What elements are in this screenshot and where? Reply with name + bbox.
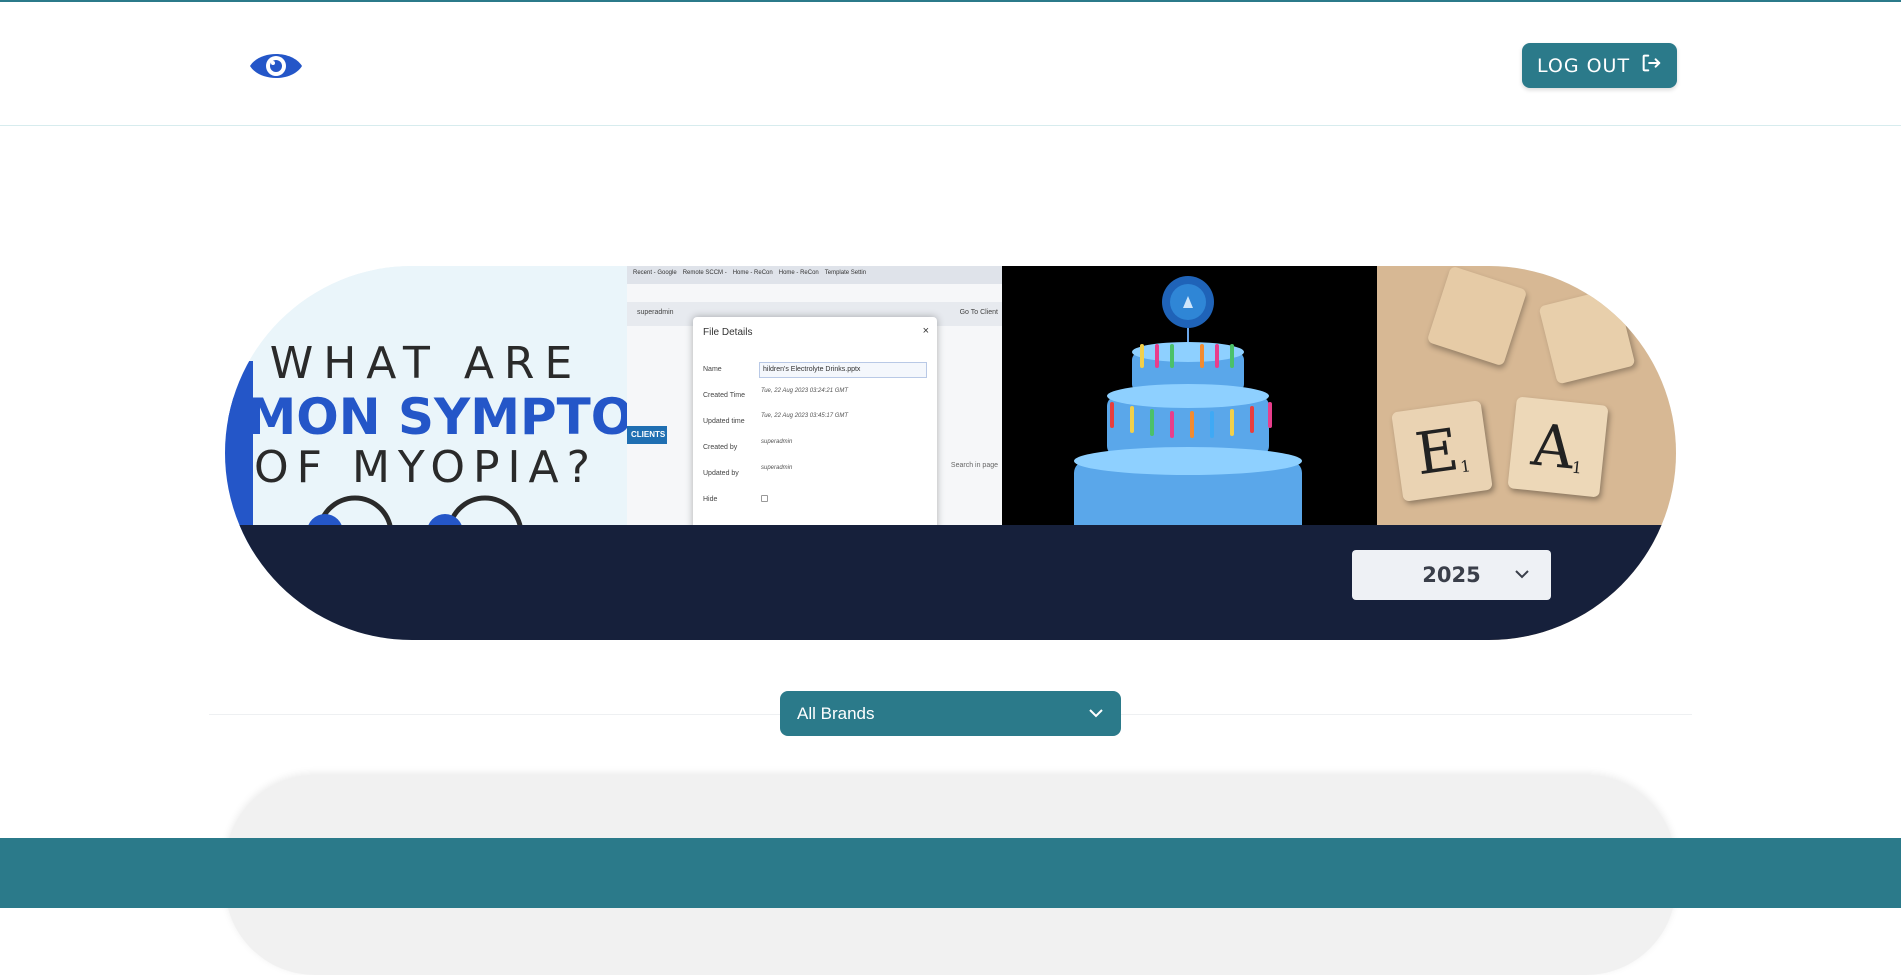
updated-by-value: superadmin [761, 465, 793, 471]
browser-tab: Home - ReCon [732, 270, 773, 276]
letter-tile: A1 [1507, 396, 1609, 498]
name-label: Name [703, 366, 722, 373]
brand-filter-select[interactable]: All Brands [780, 691, 1121, 736]
browser-tab: Home - ReCon [778, 270, 819, 276]
logout-label: LOG OUT [1536, 54, 1631, 77]
eye-icon[interactable] [246, 46, 306, 86]
brand-filter-value: All Brands [797, 703, 875, 723]
updated-time-label: Updated time [703, 418, 745, 425]
clients-tab: CLIENTS [627, 426, 667, 444]
close-icon: × [922, 325, 929, 337]
browser-tab: Remote SCCM - [682, 270, 727, 276]
hide-label: Hide [703, 496, 718, 503]
browser-tab: Template Settin [824, 270, 867, 276]
myopia-heading-line1: WHAT ARE [269, 338, 583, 389]
created-time-label: Created Time [703, 392, 746, 399]
created-by-label: Created by [703, 444, 738, 451]
browser-tab: Recent - Google [633, 270, 677, 276]
hero-banner: WHAT ARE MMON SYMPTO OF MYOPIA? Recent -… [225, 266, 1676, 640]
chevron-down-icon [1089, 709, 1103, 718]
footer-bar [0, 838, 1901, 908]
year-select[interactable]: 2025 [1352, 550, 1551, 600]
blank-tile [1538, 287, 1636, 385]
header: LOG OUT [0, 2, 1901, 126]
search-in-page: Search in page [950, 462, 998, 469]
go-to-client: Go To Client [959, 309, 998, 316]
letter-tile: E1 [1391, 400, 1493, 502]
user-name: superadmin [637, 309, 674, 316]
chevron-down-icon [1515, 570, 1529, 579]
name-field: hildren's Electrolyte Drinks.pptx [759, 362, 927, 378]
year-select-value: 2025 [1422, 563, 1481, 587]
myopia-heading-line2: MMON SYMPTO [225, 388, 627, 446]
created-by-value: superadmin [761, 439, 793, 445]
logout-button[interactable]: LOG OUT [1522, 43, 1677, 88]
updated-by-label: Updated by [703, 470, 739, 477]
browser-tabs: Recent - Google Remote SCCM - Home - ReC… [627, 266, 1002, 284]
blank-tile [1426, 266, 1528, 367]
myopia-heading-line3: OF MYOPIA? [254, 442, 598, 493]
logout-arrow-icon [1640, 52, 1662, 79]
created-time-value: Tue, 22 Aug 2023 03:24:21 GMT [761, 388, 849, 394]
modal-title: File Details [703, 327, 753, 338]
hide-checkbox [761, 495, 768, 502]
updated-time-value: Tue, 22 Aug 2023 03:45:17 GMT [761, 413, 849, 419]
